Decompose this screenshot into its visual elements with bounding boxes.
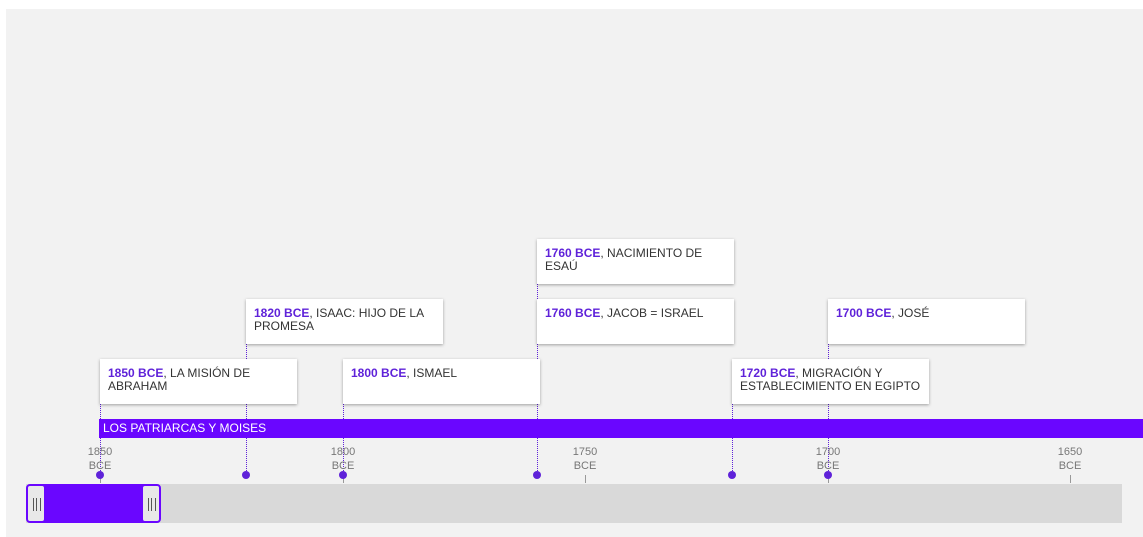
event-title: ISMAEL: [413, 366, 458, 380]
event-card-egipto[interactable]: 1720 BCE, MIGRACIÓN Y ESTABLECIMIENTO EN…: [732, 359, 929, 404]
event-card-ismael[interactable]: 1800 BCE, ISMAEL: [343, 359, 540, 404]
timeline-stage[interactable]: 1850 BCE, LA MISIÓN DE ABRAHAM 1820 BCE,…: [6, 9, 1143, 537]
event-date: 1760 BCE: [545, 306, 601, 320]
axis-tick: 1850 BCE: [80, 445, 120, 473]
axis-tick: 1750 BCE: [565, 445, 605, 473]
event-date: 1850 BCE: [108, 366, 164, 380]
event-date: 1720 BCE: [740, 366, 796, 380]
tick-year: 1800: [330, 446, 356, 458]
axis-tick-mark: [585, 475, 586, 483]
event-card-esau[interactable]: 1760 BCE, NACIMIENTO DE ESAÚ: [537, 239, 734, 284]
navigator-left-handle[interactable]: [27, 485, 45, 522]
event-dot[interactable]: [242, 471, 250, 479]
event-dot[interactable]: [824, 471, 832, 479]
event-card-isaac[interactable]: 1820 BCE, ISAAC: HIJO DE LA PROMESA: [246, 299, 443, 344]
event-date: 1760 BCE: [545, 246, 601, 260]
timeline-navigator[interactable]: [26, 484, 1122, 523]
tick-era: BCE: [1058, 460, 1082, 472]
axis-tick: 1700 BCE: [808, 445, 848, 473]
era-bar[interactable]: LOS PATRIARCAS Y MOISES: [99, 419, 1143, 438]
tick-year: 1850: [87, 446, 113, 458]
event-dot[interactable]: [339, 471, 347, 479]
event-card-jose[interactable]: 1700 BCE, JOSÉ: [828, 299, 1025, 344]
navigator-right-handle[interactable]: [142, 485, 160, 522]
axis-tick-mark: [1070, 475, 1071, 483]
axis-tick: 1650 BCE: [1050, 445, 1090, 473]
event-dot[interactable]: [96, 471, 104, 479]
event-card-abraham[interactable]: 1850 BCE, LA MISIÓN DE ABRAHAM: [100, 359, 297, 404]
event-connector: [732, 404, 733, 475]
event-dot[interactable]: [533, 471, 541, 479]
event-date: 1820 BCE: [254, 306, 310, 320]
tick-era: BCE: [573, 460, 597, 472]
navigator-window[interactable]: [26, 484, 161, 523]
tick-year: 1650: [1057, 446, 1083, 458]
tick-year: 1750: [572, 446, 598, 458]
era-label: LOS PATRIARCAS Y MOISES: [103, 421, 267, 435]
event-date: 1700 BCE: [836, 306, 892, 320]
event-dot[interactable]: [728, 471, 736, 479]
event-title: JACOB = ISRAEL: [607, 306, 704, 320]
axis-tick: 1800 BCE: [323, 445, 363, 473]
tick-year: 1700: [815, 446, 841, 458]
event-title: JOSÉ: [898, 306, 930, 320]
event-date: 1800 BCE: [351, 366, 407, 380]
event-card-jacob[interactable]: 1760 BCE, JACOB = ISRAEL: [537, 299, 734, 344]
